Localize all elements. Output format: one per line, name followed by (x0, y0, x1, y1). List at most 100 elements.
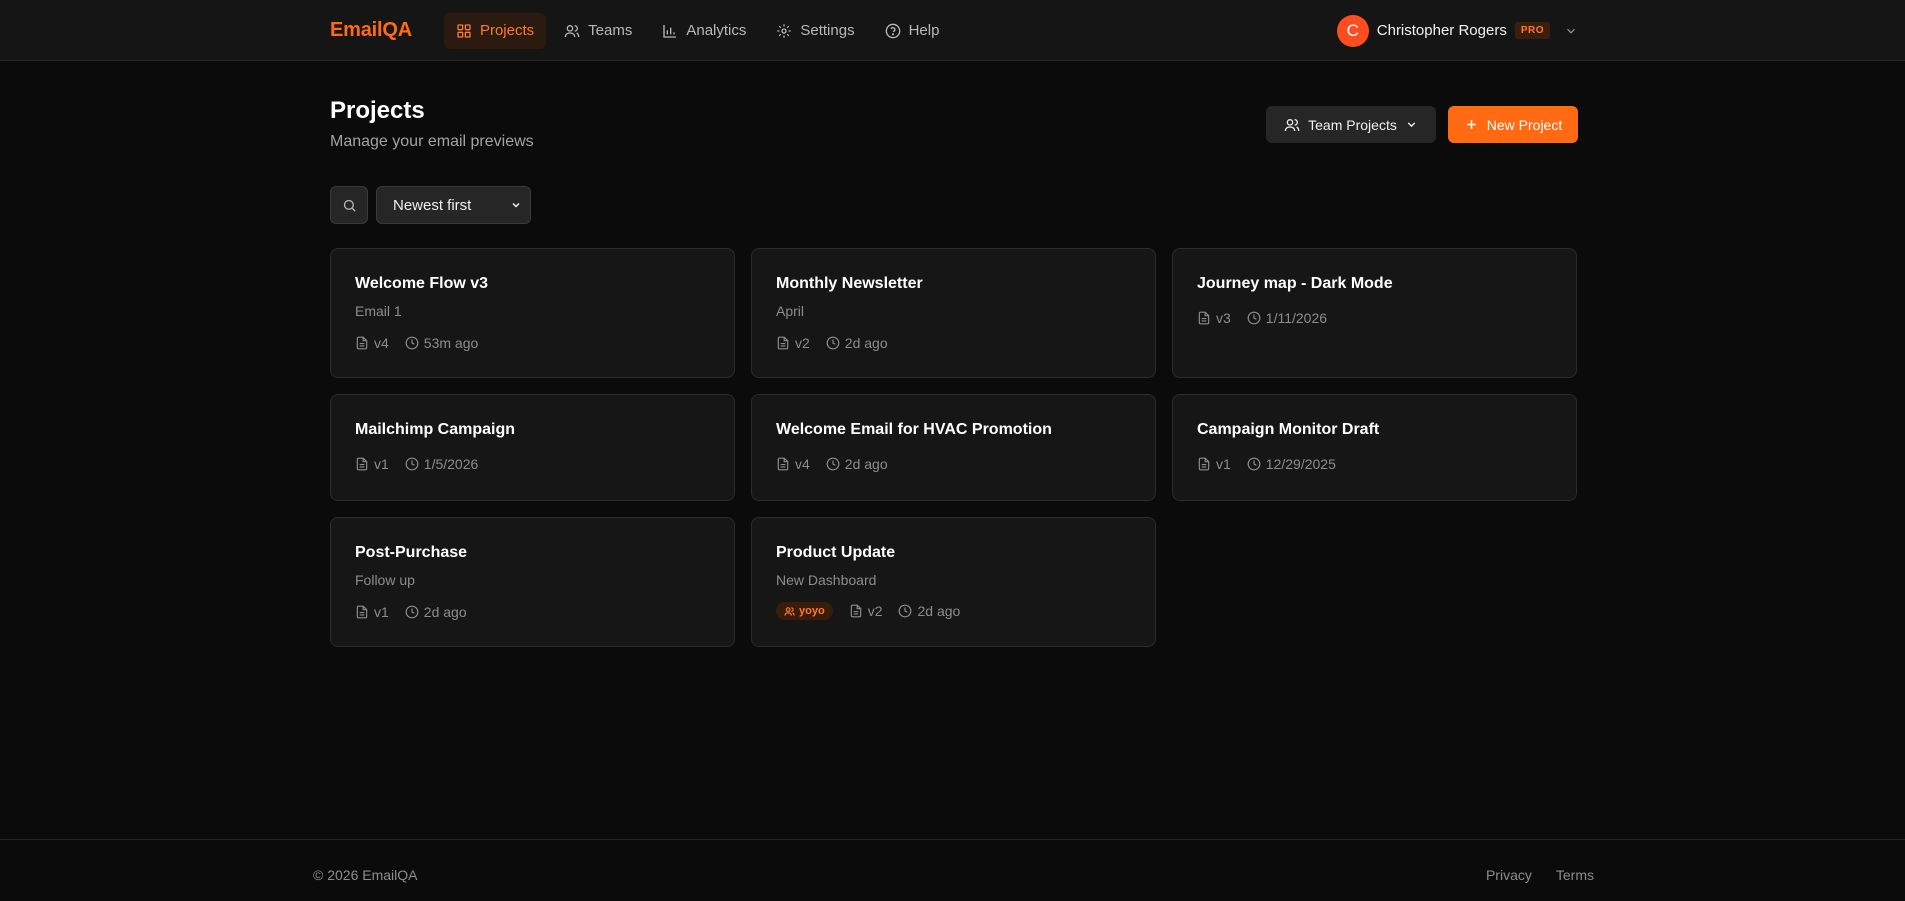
chevron-down-icon[interactable] (1564, 24, 1578, 38)
grid-icon (457, 23, 471, 38)
clock-icon (405, 336, 419, 350)
terms-link[interactable]: Terms (1556, 867, 1594, 883)
project-meta: v1 12/29/2025 (1197, 456, 1336, 472)
version-label: v1 (374, 604, 389, 620)
sort-value: Newest first (393, 196, 472, 214)
project-meta: v1 2d ago (355, 604, 467, 620)
version-label: v2 (867, 603, 883, 619)
nav-item-projects[interactable]: Projects (443, 12, 547, 49)
new-project-button[interactable]: New Project (1448, 106, 1578, 143)
help-circle-icon (885, 23, 900, 38)
users-icon (1284, 118, 1300, 131)
version-info: v1 (355, 604, 389, 620)
version-label: v4 (795, 456, 810, 472)
updated-label: 1/5/2026 (423, 456, 479, 472)
project-title: Product Update (776, 544, 896, 561)
search-button[interactable] (330, 186, 368, 224)
page-subtitle: Manage your email previews (330, 133, 534, 150)
project-card[interactable]: Monthly Newsletter April v2 2d ago (751, 248, 1156, 378)
updated-label: 2d ago (844, 456, 888, 472)
project-subtitle: New Dashboard (776, 572, 877, 588)
updated-label: 2d ago (844, 335, 888, 351)
updated-info: 12/29/2025 (1247, 456, 1336, 472)
chevron-down-icon (512, 202, 520, 208)
sort-select[interactable]: Newest first (376, 186, 531, 224)
team-projects-dropdown[interactable]: Team Projects (1266, 106, 1436, 143)
new-project-label: New Project (1486, 116, 1563, 133)
project-card[interactable]: Product Update New Dashboard yoyo v2 2d … (751, 517, 1156, 647)
project-card[interactable]: Campaign Monitor Draft v1 12/29/2025 (1172, 394, 1577, 501)
updated-info: 2d ago (826, 456, 888, 472)
copyright: © 2026 EmailQA (313, 867, 418, 883)
project-title: Monthly Newsletter (776, 275, 923, 292)
project-title: Mailchimp Campaign (355, 421, 516, 438)
nav-item-teams[interactable]: Teams (552, 13, 644, 49)
nav-label: Projects (479, 22, 535, 39)
brand-logo[interactable]: EmailQA (330, 19, 412, 42)
plus-icon (1466, 120, 1476, 129)
avatar[interactable]: C (1336, 14, 1369, 47)
nav-label: Teams (588, 22, 633, 39)
version-info: v2 (776, 335, 810, 351)
clock-icon (405, 605, 419, 619)
updated-info: 53m ago (405, 335, 478, 351)
updated-info: 1/5/2026 (405, 456, 479, 472)
project-meta: v4 53m ago (355, 335, 478, 351)
users-icon (784, 606, 795, 616)
clock-icon (899, 604, 912, 618)
updated-info: 2d ago (826, 335, 888, 351)
version-info: v3 (1197, 310, 1231, 326)
file-icon (777, 457, 789, 471)
project-subtitle: Email 1 (355, 303, 402, 319)
file-icon (1198, 311, 1210, 325)
clock-icon (826, 336, 840, 350)
updated-label: 2d ago (917, 603, 961, 619)
nav-item-settings[interactable]: Settings (764, 13, 866, 49)
updated-info: 2d ago (405, 604, 467, 620)
project-title: Welcome Flow v3 (355, 275, 489, 292)
users-icon (564, 24, 580, 37)
project-card[interactable]: Post-Purchase Follow up v1 2d ago (330, 517, 735, 647)
project-title: Campaign Monitor Draft (1197, 421, 1380, 438)
project-title: Post-Purchase (355, 544, 468, 561)
top-navigation-bar: EmailQA Projects Teams Analytics Setting… (0, 0, 1905, 61)
team-projects-label: Team Projects (1308, 116, 1397, 133)
version-info: v4 (355, 335, 389, 351)
nav-label: Analytics (686, 22, 747, 39)
team-tag-label: yoyo (799, 605, 825, 617)
updated-label: 53m ago (423, 335, 479, 351)
version-info: v1 (355, 456, 389, 472)
search-icon (343, 199, 356, 212)
project-card[interactable]: Welcome Flow v3 Email 1 v4 53m ago (330, 248, 735, 378)
user-menu[interactable]: C Christopher Rogers PRO (1336, 14, 1578, 47)
project-meta: v3 1/11/2026 (1197, 310, 1327, 326)
updated-info: 1/11/2026 (1247, 310, 1327, 326)
nav-item-analytics[interactable]: Analytics (650, 13, 758, 49)
file-icon (356, 336, 368, 350)
project-title: Welcome Email for HVAC Promotion (776, 421, 1052, 438)
project-meta: v4 2d ago (776, 456, 888, 472)
privacy-link[interactable]: Privacy (1486, 867, 1532, 883)
project-card[interactable]: Journey map - Dark Mode v3 1/11/2026 (1172, 248, 1577, 378)
version-label: v1 (1216, 456, 1231, 472)
project-subtitle: Follow up (355, 572, 415, 588)
plan-badge: PRO (1514, 22, 1550, 39)
project-card[interactable]: Mailchimp Campaign v1 1/5/2026 (330, 394, 735, 501)
footer: © 2026 EmailQA Privacy Terms (0, 839, 1905, 901)
file-icon (850, 604, 861, 618)
clock-icon (1247, 311, 1261, 325)
project-meta: v1 1/5/2026 (355, 456, 478, 472)
project-meta: v2 2d ago (776, 335, 888, 351)
bar-chart-icon (663, 24, 677, 38)
updated-label: 1/11/2026 (1265, 310, 1328, 326)
project-meta: yoyo v2 2d ago (776, 602, 960, 620)
project-card[interactable]: Welcome Email for HVAC Promotion v4 2d a… (751, 394, 1156, 501)
nav-item-help[interactable]: Help (873, 13, 952, 49)
file-icon (777, 336, 789, 350)
file-icon (356, 457, 368, 471)
version-label: v3 (1216, 310, 1231, 326)
version-label: v2 (795, 335, 810, 351)
file-icon (356, 605, 368, 619)
version-label: v1 (374, 456, 389, 472)
file-icon (1198, 457, 1210, 471)
